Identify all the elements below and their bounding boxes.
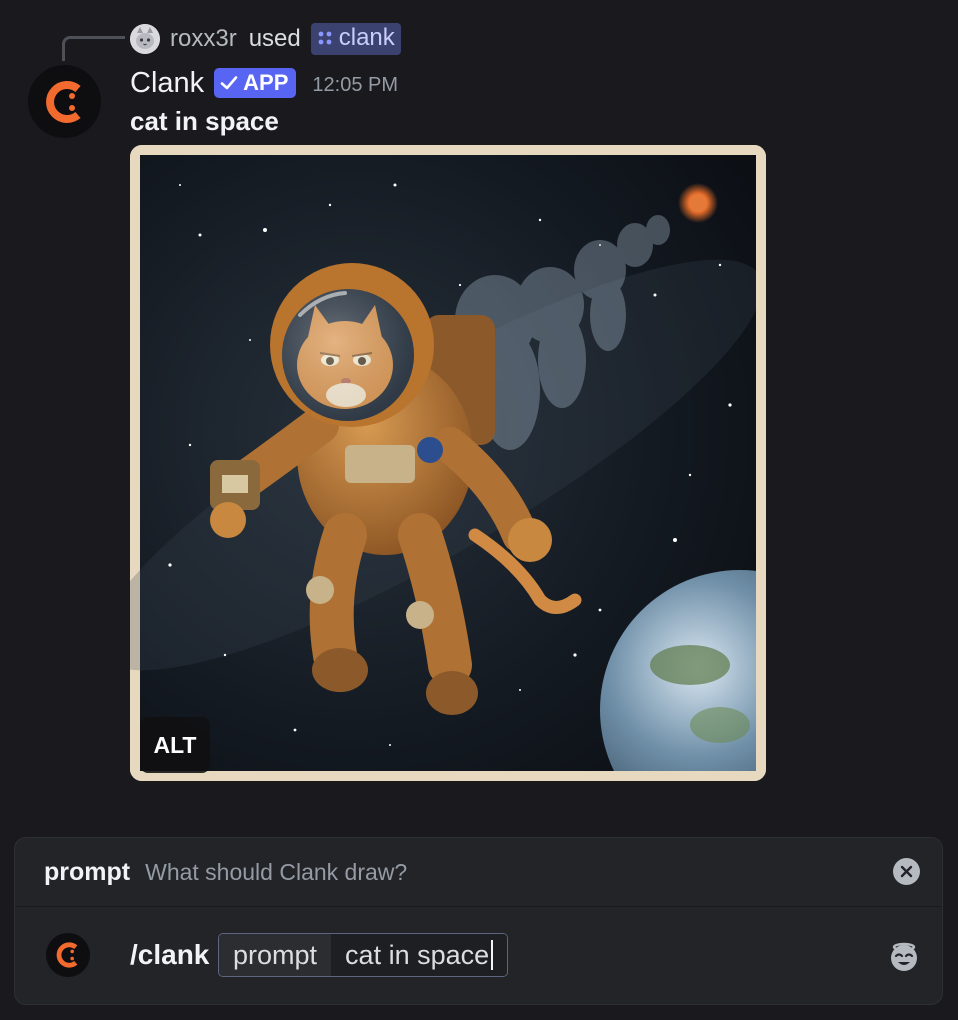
clank-logo-icon bbox=[56, 942, 78, 968]
command-option-hint: prompt What should Clank draw? bbox=[15, 838, 942, 907]
command-mention-label: clank bbox=[338, 24, 395, 51]
author-name[interactable]: Clank bbox=[130, 67, 204, 100]
clank-logo-icon bbox=[45, 80, 81, 123]
message-composer: prompt What should Clank draw? /clank pr… bbox=[14, 837, 943, 1005]
text-caret bbox=[491, 940, 494, 970]
hint-option-name: prompt bbox=[44, 857, 131, 886]
chat-view: roxx3r used clank Clank APP 12:05 PM cat… bbox=[0, 0, 958, 1020]
app-badge: APP bbox=[214, 68, 297, 98]
message-timestamp[interactable]: 12:05 PM bbox=[312, 74, 398, 97]
prompt-option-field[interactable]: prompt cat in space bbox=[218, 933, 509, 977]
close-circle-icon[interactable] bbox=[893, 858, 920, 885]
reply-connector-line bbox=[62, 36, 125, 61]
generated-image bbox=[130, 145, 766, 781]
checkmark-icon bbox=[220, 76, 238, 90]
reply-username[interactable]: roxx3r bbox=[170, 25, 237, 53]
app-badge-label: APP bbox=[243, 70, 289, 95]
reply-used-label: used bbox=[248, 25, 301, 52]
cat-avatar-icon[interactable] bbox=[130, 24, 160, 54]
image-attachment[interactable]: ALT bbox=[130, 145, 766, 781]
command-input-row[interactable]: /clank prompt cat in space bbox=[15, 907, 942, 1006]
command-app-avatar bbox=[46, 933, 90, 977]
clank-avatar[interactable] bbox=[28, 65, 101, 138]
hint-option-description: What should Clank draw? bbox=[145, 858, 408, 885]
option-chip-value[interactable]: cat in space bbox=[345, 940, 489, 971]
message-content: cat in space bbox=[130, 106, 279, 136]
option-chip-value-wrap[interactable]: cat in space bbox=[331, 934, 508, 976]
option-chip-name: prompt bbox=[219, 934, 332, 976]
app-command-icon bbox=[318, 31, 332, 45]
command-mention-chip[interactable]: clank bbox=[310, 23, 401, 55]
alt-text-button[interactable]: ALT bbox=[140, 717, 210, 773]
slash-command-name: /clank bbox=[130, 939, 210, 970]
message-header: Clank APP 12:05 PM bbox=[130, 64, 398, 102]
command-reply-context[interactable]: roxx3r used clank bbox=[130, 22, 401, 56]
emoji-picker-icon[interactable] bbox=[888, 941, 920, 973]
